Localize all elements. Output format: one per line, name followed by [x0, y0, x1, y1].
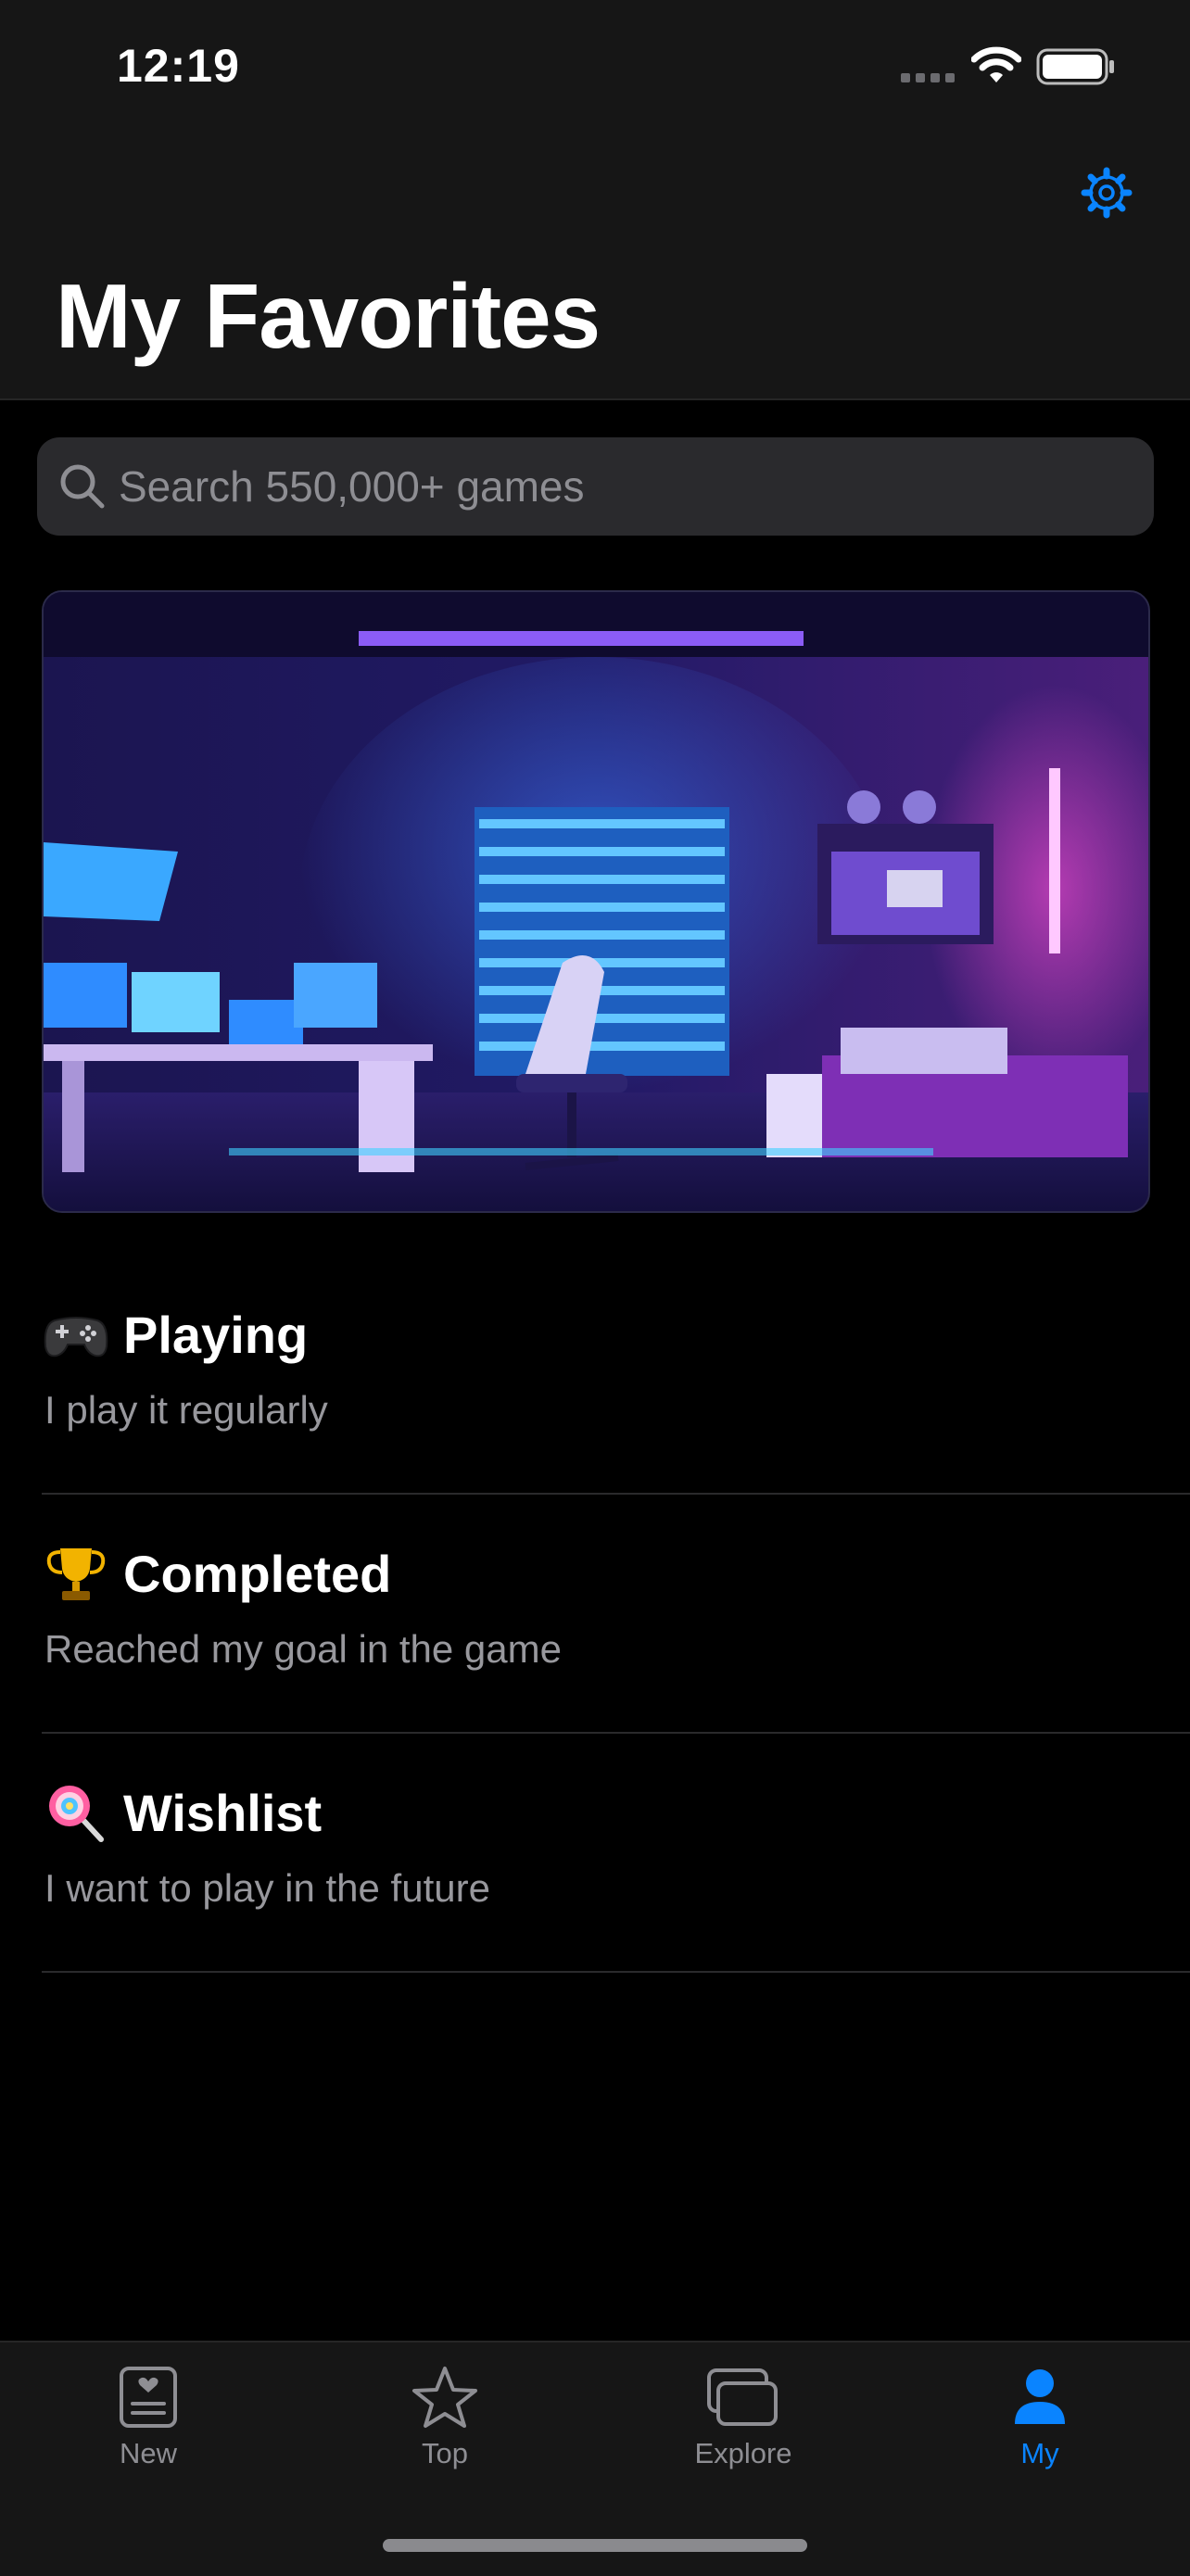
settings-gear-icon[interactable] — [1079, 165, 1134, 221]
news-icon — [120, 2367, 177, 2428]
list-item-wishlist[interactable]: Wishlist I want to play in the future — [42, 1734, 1190, 1973]
wifi-icon — [971, 46, 1021, 82]
trophy-icon — [46, 1548, 106, 1600]
tab-my[interactable]: My — [947, 2365, 1133, 2494]
status-time: 12:19 — [117, 40, 240, 92]
list-title: Completed — [123, 1544, 392, 1603]
list-item-completed[interactable]: Completed Reached my goal in the game — [42, 1495, 1190, 1734]
search-icon — [60, 464, 105, 509]
list-subtitle: I want to play in the future — [44, 1866, 490, 1910]
tab-label: New — [119, 2437, 177, 2469]
favorites-list: Playing I play it regularly Completed Re… — [42, 1256, 1190, 1973]
list-subtitle: Reached my goal in the game — [44, 1627, 562, 1671]
cellular-signal-icon — [901, 73, 955, 82]
tab-explore[interactable]: Explore — [651, 2365, 836, 2494]
tab-top[interactable]: Top — [352, 2365, 538, 2494]
gaming-room-banner-image — [42, 590, 1150, 1213]
page-title: My Favorites — [56, 265, 601, 367]
person-icon — [1015, 2369, 1065, 2424]
star-icon — [412, 2367, 477, 2428]
tab-label: My — [1020, 2437, 1059, 2469]
home-indicator — [383, 2539, 807, 2552]
tab-label: Top — [422, 2437, 468, 2469]
list-item-playing[interactable]: Playing I play it regularly — [42, 1256, 1190, 1495]
cards-icon — [707, 2368, 778, 2426]
tab-new[interactable]: New — [56, 2365, 241, 2494]
gamepad-icon — [44, 1317, 108, 1357]
tab-label: Explore — [694, 2437, 792, 2469]
list-title: Wishlist — [123, 1783, 323, 1842]
list-subtitle: I play it regularly — [44, 1388, 328, 1432]
search-input[interactable] — [119, 437, 1129, 536]
battery-icon — [1036, 48, 1114, 85]
lollipop-icon — [49, 1786, 104, 1842]
navigation-header: 12:19 My Favorites — [0, 0, 1190, 400]
search-bar[interactable] — [37, 437, 1154, 536]
list-title: Playing — [123, 1305, 309, 1364]
